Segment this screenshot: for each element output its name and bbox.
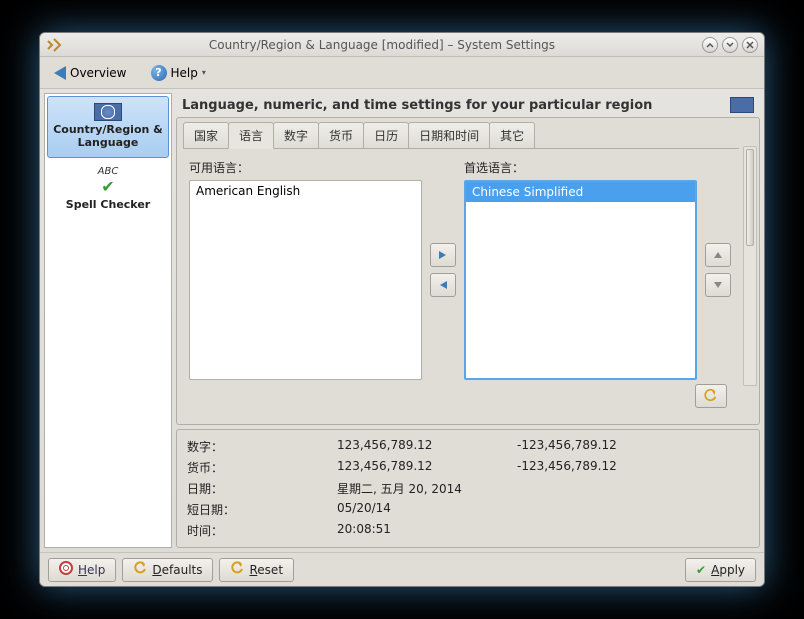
tab-numbers[interactable]: 数字: [273, 122, 319, 148]
globe-flag-icon: [94, 103, 122, 121]
preview-row: 日期： 星期二, 五月 20, 2014: [187, 478, 749, 499]
main-area: Country/Region & Language ABC ✔ Spell Ch…: [40, 89, 764, 552]
help-icon: ?: [151, 65, 167, 81]
toolbar: Overview ? Help ▾: [40, 57, 764, 89]
checkmark-icon: ✔: [101, 177, 114, 196]
help-menu-button[interactable]: ? Help ▾: [143, 62, 214, 84]
add-language-button[interactable]: [430, 243, 456, 267]
preview-row: 数字： 123,456,789.12 -123,456,789.12: [187, 436, 749, 457]
tab-strip: 国家 语言 数字 货币 日历 日期和时间 其它: [177, 118, 759, 148]
tab-calendar[interactable]: 日历: [363, 122, 409, 148]
content-header: Language, numeric, and time settings for…: [176, 93, 760, 117]
back-arrow-icon: [54, 66, 66, 80]
preview-row: 货币： 123,456,789.12 -123,456,789.12: [187, 457, 749, 478]
undo-icon: [230, 561, 244, 578]
tab-body-language: 可用语言： American English: [183, 148, 739, 420]
move-down-button[interactable]: [705, 273, 731, 297]
move-up-button[interactable]: [705, 243, 731, 267]
help-label: Help: [171, 66, 198, 80]
titlebar: Country/Region & Language [modified] – S…: [40, 33, 764, 57]
window-title: Country/Region & Language [modified] – S…: [66, 38, 698, 52]
undo-icon: [133, 561, 147, 578]
chevron-down-icon: ▾: [202, 68, 206, 77]
overview-label: Overview: [70, 66, 127, 80]
window: Country/Region & Language [modified] – S…: [39, 32, 765, 587]
abc-icon: ABC: [98, 166, 119, 177]
sidebar-item-locale[interactable]: Country/Region & Language: [47, 96, 169, 158]
maximize-button[interactable]: [722, 37, 738, 53]
revert-languages-button[interactable]: [695, 384, 727, 408]
vertical-scrollbar[interactable]: [743, 146, 757, 386]
sidebar: Country/Region & Language ABC ✔ Spell Ch…: [44, 93, 172, 548]
region-flag-icon: [730, 97, 754, 113]
tab-datetime[interactable]: 日期和时间: [408, 122, 490, 148]
list-item[interactable]: American English: [190, 181, 421, 201]
apply-button[interactable]: ✔ Apply: [685, 558, 756, 582]
list-item[interactable]: Chinese Simplified: [466, 182, 695, 202]
remove-language-button[interactable]: [430, 273, 456, 297]
reset-button[interactable]: Reset: [219, 558, 294, 582]
minimize-button[interactable]: [702, 37, 718, 53]
close-button[interactable]: [742, 37, 758, 53]
preview-row: 时间： 20:08:51: [187, 520, 749, 541]
preview-row: 短日期： 05/20/14: [187, 499, 749, 520]
sidebar-item-spellcheck[interactable]: ABC ✔ Spell Checker: [45, 160, 171, 219]
tab-container: 国家 语言 数字 货币 日历 日期和时间 其它 可用语言： American E…: [176, 117, 760, 425]
footer: Help Defaults Reset ✔ Apply: [40, 552, 764, 586]
help-button[interactable]: Help: [48, 558, 116, 582]
available-languages-list[interactable]: American English: [189, 180, 422, 380]
tab-currency[interactable]: 货币: [318, 122, 364, 148]
content: Language, numeric, and time settings for…: [176, 93, 760, 548]
app-icon: [46, 37, 62, 53]
preferred-languages-label: 首选语言：: [464, 159, 697, 176]
sidebar-item-label: Spell Checker: [49, 198, 167, 211]
lifebuoy-icon: [59, 561, 73, 578]
preferred-languages-list[interactable]: Chinese Simplified: [464, 180, 697, 380]
checkmark-icon: ✔: [696, 563, 706, 577]
format-preview: 数字： 123,456,789.12 -123,456,789.12 货币： 1…: [176, 429, 760, 548]
page-title: Language, numeric, and time settings for…: [182, 98, 730, 113]
available-languages-label: 可用语言：: [189, 159, 422, 176]
defaults-button[interactable]: Defaults: [122, 558, 213, 582]
tab-other[interactable]: 其它: [489, 122, 535, 148]
tab-country[interactable]: 国家: [183, 122, 229, 148]
tab-language[interactable]: 语言: [228, 122, 274, 149]
sidebar-item-label: Country/Region & Language: [52, 123, 164, 149]
overview-button[interactable]: Overview: [46, 63, 135, 83]
help-label-u: H: [78, 563, 87, 577]
